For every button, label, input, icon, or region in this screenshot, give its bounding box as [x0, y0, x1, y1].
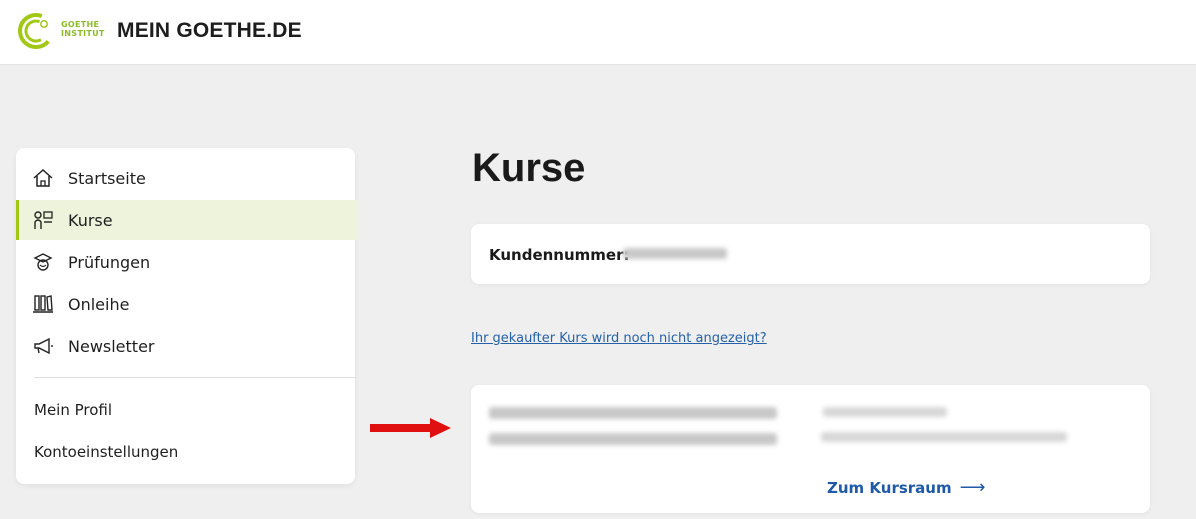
sidebar-divider — [34, 377, 356, 378]
sidebar-item-pruefungen[interactable]: Prüfungen — [16, 242, 355, 282]
sidebar-item-mein-profil[interactable]: Mein Profil — [34, 401, 112, 419]
library-icon — [32, 293, 54, 315]
sidebar: Startseite Kurse Prüfungen Onleihe Newsl… — [16, 148, 358, 484]
sidebar-item-label: Startseite — [68, 168, 146, 188]
sidebar-item-startseite[interactable]: Startseite — [16, 158, 355, 198]
redacted-course-date — [823, 407, 947, 417]
sidebar-item-label: Newsletter — [68, 336, 155, 356]
logo-line-1: GOETHE — [61, 20, 100, 29]
sidebar-item-kurse[interactable]: Kurse — [16, 200, 358, 240]
redacted-course-location — [821, 432, 1067, 442]
redacted-customer-number — [623, 248, 727, 259]
customer-number-card: Kundennummer: — [471, 224, 1150, 284]
annotation-arrow-icon — [370, 418, 451, 438]
kurse-icon — [32, 209, 54, 231]
exam-icon — [32, 251, 54, 273]
megaphone-icon — [32, 335, 54, 357]
goethe-logo-icon[interactable] — [18, 13, 54, 49]
home-icon — [32, 167, 54, 189]
logo-line-2: INSTITUT — [61, 29, 105, 38]
redacted-course-title-line-1 — [489, 407, 777, 419]
arrow-right-icon: ⟶ — [959, 477, 986, 498]
sidebar-item-label: Onleihe — [68, 294, 130, 314]
sidebar-item-label: Prüfungen — [68, 252, 151, 272]
sidebar-item-onleihe[interactable]: Onleihe — [16, 284, 355, 324]
zum-kursraum-link[interactable]: Zum Kursraum ⟶ — [827, 477, 985, 498]
sidebar-item-newsletter[interactable]: Newsletter — [16, 326, 355, 366]
brand-title[interactable]: MEIN GOETHE.DE — [117, 19, 302, 43]
page-title: Kurse — [472, 146, 586, 190]
top-bar: GOETHE INSTITUT MEIN GOETHE.DE — [0, 0, 1196, 65]
zum-kursraum-label: Zum Kursraum — [827, 478, 952, 497]
sidebar-item-label: Kurse — [68, 210, 113, 230]
redacted-course-title-line-2 — [489, 433, 777, 445]
logo-text: GOETHE INSTITUT — [61, 20, 105, 38]
sidebar-item-kontoeinstellungen[interactable]: Kontoeinstellungen — [34, 443, 178, 461]
customer-number-label: Kundennummer: — [489, 246, 630, 264]
course-card: Zum Kursraum ⟶ — [471, 385, 1150, 513]
course-not-shown-link[interactable]: Ihr gekaufter Kurs wird noch nicht angez… — [471, 331, 767, 346]
